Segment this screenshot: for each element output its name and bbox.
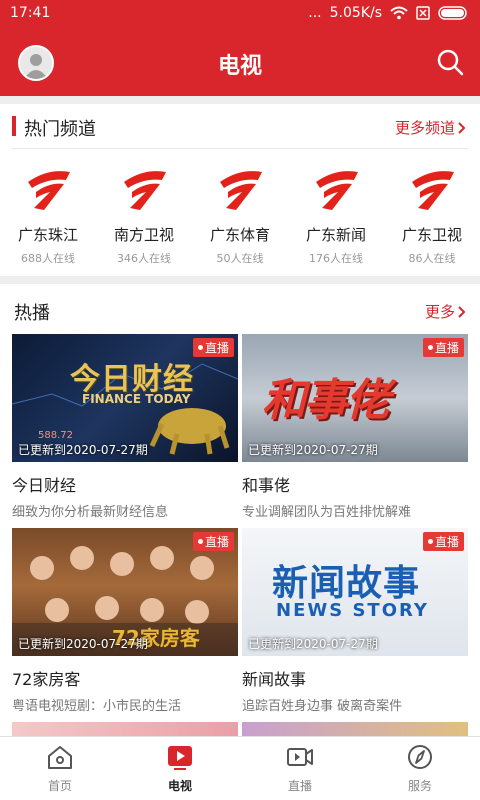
program-description: 粤语电视短剧：小市民的生活	[12, 699, 182, 714]
thumbnail-subtitle-text: NEWS STORY	[276, 600, 429, 621]
channel-logo-icon	[412, 171, 454, 210]
status-indicators: ... 5.05K/s	[308, 5, 470, 21]
channel-name: 广东体育	[209, 226, 270, 244]
chevron-right-icon	[458, 121, 466, 134]
update-info: 已更新到2020-07-27期	[248, 443, 378, 457]
network-speed: 5.05K/s	[329, 5, 382, 21]
live-dot-icon	[427, 539, 433, 544]
compass-icon	[408, 745, 432, 769]
channel-logo-icon	[124, 171, 166, 210]
program-description: 细致为你分析最新财经信息	[12, 505, 169, 520]
update-info: 已更新到2020-07-27期	[18, 637, 148, 651]
page-title: 电视	[217, 54, 262, 79]
program-thumbnail: 72家房客 直播 已更新到2020-07-27期	[12, 528, 238, 656]
program-thumbnail: 和事佬 直播 已更新到2020-07-27期	[242, 334, 468, 462]
status-dots: ...	[308, 5, 322, 21]
update-info: 已更新到2020-07-27期	[18, 443, 148, 457]
thumbnail-subtitle-text: FINANCE TODAY	[82, 392, 191, 406]
channel-item[interactable]: 广东珠江 688人在线	[0, 150, 96, 266]
status-bar: 17:41 ... 5.05K/s	[0, 0, 480, 28]
channel-viewers: 176人在线	[309, 252, 363, 265]
live-dot-icon	[197, 345, 203, 350]
live-label: 直播	[204, 341, 229, 355]
live-badge: 直播	[192, 532, 234, 551]
channel-viewers: 50人在线	[216, 252, 264, 265]
more-channels-label: 更多频道	[394, 119, 455, 137]
more-channels-link[interactable]: 更多频道	[395, 117, 466, 138]
search-icon[interactable]	[436, 48, 464, 76]
live-label: 直播	[204, 535, 229, 549]
nav-service[interactable]: 服务	[360, 743, 480, 794]
live-badge: 直播	[422, 338, 464, 357]
channel-viewers: 86人在线	[408, 252, 456, 265]
hot-channels-header: 热门频道 更多频道	[0, 104, 480, 148]
program-title: 72家房客	[12, 670, 81, 689]
section-gap	[0, 96, 480, 104]
program-card[interactable]: 今日财经 FINANCE TODAY 588.72 直播 已更新到2020-07…	[12, 334, 238, 520]
channel-logo-icon	[220, 171, 262, 210]
status-time: 17:41	[10, 5, 51, 21]
program-card[interactable]: 新闻故事 NEWS STORY 直播 已更新到2020-07-27期 新闻故事 …	[242, 528, 468, 714]
channel-viewers: 346人在线	[117, 252, 171, 265]
thumbnail-index-value: 588.72	[38, 430, 73, 441]
home-icon	[48, 746, 72, 769]
program-card[interactable]: 72家房客 直播 已更新到2020-07-27期 72家房客 粤语电视短剧：小市…	[12, 528, 238, 714]
wifi-icon	[390, 6, 408, 20]
live-badge: 直播	[192, 338, 234, 357]
live-badge: 直播	[422, 532, 464, 551]
program-title: 今日财经	[12, 476, 77, 495]
channel-item[interactable]: 广东体育 50人在线	[192, 150, 288, 266]
section-marker	[12, 116, 16, 136]
channel-logo-icon	[316, 171, 358, 210]
thumbnail-title-text: 新闻故事	[272, 563, 421, 604]
hot-channels-title: 热门频道	[24, 119, 96, 140]
nav-tv-label: 电视	[167, 779, 192, 793]
program-card-partial[interactable]	[242, 722, 468, 736]
nav-tv[interactable]: 电视	[120, 743, 240, 794]
channel-viewers: 688人在线	[21, 252, 75, 265]
chevron-right-icon	[458, 305, 466, 318]
tv-play-icon	[168, 746, 192, 770]
live-dot-icon	[197, 539, 203, 544]
sim-icon	[416, 6, 430, 20]
channel-name: 南方卫视	[113, 226, 174, 244]
nav-live[interactable]: 直播	[240, 743, 360, 794]
hot-play-header: 热播 更多	[0, 288, 480, 332]
channel-item[interactable]: 广东新闻 176人在线	[288, 150, 384, 266]
live-label: 直播	[434, 535, 459, 549]
program-thumbnail: 今日财经 FINANCE TODAY 588.72 直播 已更新到2020-07…	[12, 334, 238, 462]
program-title: 新闻故事	[242, 670, 307, 689]
nav-live-label: 直播	[287, 779, 312, 793]
channel-item[interactable]: 南方卫视 346人在线	[96, 150, 192, 266]
channel-name: 广东新闻	[305, 226, 366, 244]
battery-icon	[438, 6, 467, 20]
program-thumbnail: 新闻故事 NEWS STORY 直播 已更新到2020-07-27期	[242, 528, 468, 656]
channel-item[interactable]: 广东卫视 86人在线	[384, 150, 480, 266]
bottom-navigation: 首页 电视 直播 服务	[0, 736, 480, 800]
program-title: 和事佬	[242, 476, 291, 495]
nav-home-label: 首页	[47, 779, 72, 793]
app-bar: 电视	[0, 28, 480, 96]
nav-service-label: 服务	[407, 779, 432, 793]
live-label: 直播	[434, 341, 459, 355]
video-camera-icon	[287, 748, 313, 766]
channel-name: 广东珠江	[17, 226, 78, 244]
channel-list: 广东珠江 688人在线 南方卫视 346人在线 广东体育 50人在线 广东新闻 …	[0, 150, 480, 270]
live-dot-icon	[427, 345, 433, 350]
channel-logo-icon	[28, 171, 70, 210]
hot-play-title: 热播	[14, 303, 50, 324]
nav-home[interactable]: 首页	[0, 743, 120, 794]
divider	[12, 148, 468, 149]
program-card-partial[interactable]	[12, 722, 238, 736]
more-hot-label: 更多	[424, 303, 455, 321]
thumbnail-title-text: 和事佬	[262, 375, 390, 426]
channel-name: 广东卫视	[401, 226, 462, 244]
section-gap	[0, 276, 480, 284]
program-description: 追踪百姓身边事 破离奇案件	[242, 699, 403, 714]
more-hot-link[interactable]: 更多	[425, 301, 466, 322]
program-card[interactable]: 和事佬 直播 已更新到2020-07-27期 和事佬 专业调解团队为百姓排忧解难	[242, 334, 468, 520]
update-info: 已更新到2020-07-27期	[248, 637, 378, 651]
program-description: 专业调解团队为百姓排忧解难	[242, 505, 412, 520]
